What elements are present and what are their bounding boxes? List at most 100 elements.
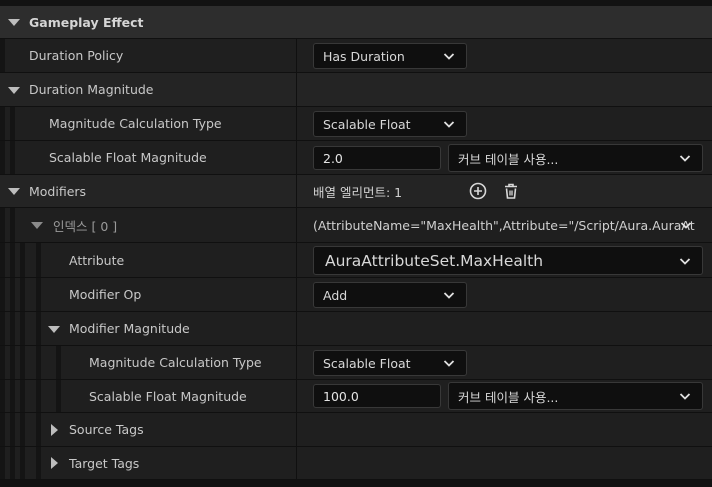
modifier-scalable-float-input[interactable]: 100.0 <box>313 384 441 408</box>
duration-curve-table-dropdown[interactable]: 커브 테이블 사용... <box>448 144 703 172</box>
indent-bar <box>10 141 15 174</box>
duration-scalable-float-label: Scalable Float Magnitude <box>49 150 207 165</box>
indent-bar <box>36 312 41 345</box>
curve-table-placeholder: 커브 테이블 사용... <box>458 151 559 167</box>
indent-bar <box>0 107 5 140</box>
modifier-op-label: Modifier Op <box>69 287 142 302</box>
modifier-scalable-float-value: 100.0 <box>323 388 359 404</box>
modifier-calc-type-dropdown[interactable]: Scalable Float <box>313 350 467 376</box>
row-duration-magnitude[interactable]: Duration Magnitude <box>0 73 712 107</box>
indent-bar <box>20 380 25 412</box>
indent-bar <box>10 208 15 242</box>
duration-policy-label: Duration Policy <box>29 48 124 63</box>
expand-arrow-icon[interactable] <box>48 325 60 333</box>
expand-arrow-icon[interactable] <box>8 188 20 195</box>
plus-circle-icon[interactable] <box>467 180 489 202</box>
indent-bar <box>36 447 41 479</box>
duration-calc-type-dropdown[interactable]: Scalable Float <box>313 111 467 137</box>
modifiers-label: Modifiers <box>29 183 87 199</box>
bottom-strip <box>0 480 712 487</box>
indent-bar <box>20 346 25 379</box>
chevron-down-icon <box>679 390 691 402</box>
modifier-calc-type-label: Magnitude Calculation Type <box>89 355 262 370</box>
array-elements-count: 배열 엘리먼트: 1 <box>313 184 403 200</box>
duration-magnitude-label: Duration Magnitude <box>29 82 154 97</box>
row-modifier-index-0[interactable]: 인덱스 [ 0 ] (AttributeName="MaxHealth",Att… <box>0 208 712 243</box>
chevron-down-icon[interactable] <box>675 214 697 236</box>
row-modifiers[interactable]: Modifiers 배열 엘리먼트: 1 <box>0 175 712 208</box>
row-modifier-op: Modifier Op Add <box>0 278 712 312</box>
modifier-op-value: Add <box>323 287 348 303</box>
indent-bar <box>10 346 15 379</box>
indent-bar <box>0 243 5 277</box>
row-attribute: Attribute AuraAttributeSet.MaxHealth <box>0 243 712 278</box>
expand-arrow-icon[interactable] <box>51 423 58 436</box>
expand-arrow-icon[interactable] <box>8 19 20 26</box>
expand-arrow-icon[interactable] <box>51 457 58 469</box>
indent-bar <box>0 39 5 72</box>
modifier-op-dropdown[interactable]: Add <box>313 282 467 308</box>
chevron-down-icon <box>679 152 691 164</box>
attribute-dropdown[interactable]: AuraAttributeSet.MaxHealth <box>313 246 703 275</box>
indent-bar <box>20 312 25 345</box>
indent-bar <box>36 278 41 311</box>
modifier-calc-type-value: Scalable Float <box>323 355 411 371</box>
row-target-tags[interactable]: Target Tags <box>0 447 712 480</box>
index-summary: (AttributeName="MaxHealth",Attribute="/S… <box>313 217 695 233</box>
duration-scalable-float-input[interactable]: 2.0 <box>313 146 441 170</box>
category-title: Gameplay Effect <box>29 14 144 30</box>
index-label: 인덱스 [ 0 ] <box>53 218 118 234</box>
indent-bar <box>0 312 5 345</box>
indent-bar <box>36 346 41 379</box>
source-tags-label: Source Tags <box>69 422 144 437</box>
chevron-down-icon <box>443 118 455 130</box>
expand-arrow-icon[interactable] <box>31 222 43 229</box>
indent-bar <box>20 413 25 446</box>
indent-bar <box>10 413 15 446</box>
chevron-down-icon <box>679 255 691 267</box>
modifier-scalable-float-label: Scalable Float Magnitude <box>89 388 247 404</box>
chevron-down-icon <box>443 50 455 62</box>
modifier-magnitude-label: Modifier Magnitude <box>69 321 190 336</box>
attribute-value: AuraAttributeSet.MaxHealth <box>325 251 544 270</box>
indent-bar <box>10 312 15 345</box>
curve-table-placeholder: 커브 테이블 사용... <box>458 389 559 405</box>
row-modifier-calc-type: Magnitude Calculation Type Scalable Floa… <box>0 346 712 380</box>
category-gameplay-effect[interactable]: Gameplay Effect <box>0 6 712 39</box>
indent-bar <box>36 413 41 446</box>
trash-icon[interactable] <box>500 180 522 202</box>
duration-scalable-float-value: 2.0 <box>323 150 343 166</box>
row-duration-calc-type: Magnitude Calculation Type Scalable Floa… <box>0 107 712 141</box>
indent-bar <box>56 346 61 379</box>
indent-bar <box>20 447 25 479</box>
indent-bar <box>0 380 5 412</box>
indent-bar <box>0 278 5 311</box>
duration-policy-dropdown[interactable]: Has Duration <box>313 43 467 69</box>
attribute-label: Attribute <box>69 252 125 268</box>
duration-calc-type-label: Magnitude Calculation Type <box>49 116 222 131</box>
indent-bar <box>10 243 15 277</box>
indent-bar <box>0 208 5 242</box>
row-source-tags[interactable]: Source Tags <box>0 413 712 447</box>
indent-bar <box>20 243 25 277</box>
duration-policy-value: Has Duration <box>323 48 405 64</box>
target-tags-label: Target Tags <box>69 455 140 471</box>
row-duration-policy: Duration Policy Has Duration <box>0 39 712 73</box>
duration-calc-type-value: Scalable Float <box>323 116 411 132</box>
indent-bar <box>10 107 15 140</box>
indent-bar <box>0 141 5 174</box>
indent-bar <box>20 278 25 311</box>
row-modifier-scalable-float: Scalable Float Magnitude 100.0 커브 테이블 사용… <box>0 380 712 413</box>
indent-bar <box>0 413 5 446</box>
chevron-down-icon <box>443 357 455 369</box>
indent-bar <box>10 447 15 479</box>
expand-arrow-icon[interactable] <box>8 86 20 94</box>
indent-bar <box>10 380 15 412</box>
indent-bar <box>36 380 41 412</box>
modifier-curve-table-dropdown[interactable]: 커브 테이블 사용... <box>448 382 703 410</box>
indent-bar <box>0 346 5 379</box>
indent-bar <box>10 278 15 311</box>
row-modifier-magnitude[interactable]: Modifier Magnitude <box>0 312 712 346</box>
chevron-down-icon <box>443 289 455 301</box>
row-duration-scalable-float: Scalable Float Magnitude 2.0 커브 테이블 사용..… <box>0 141 712 175</box>
